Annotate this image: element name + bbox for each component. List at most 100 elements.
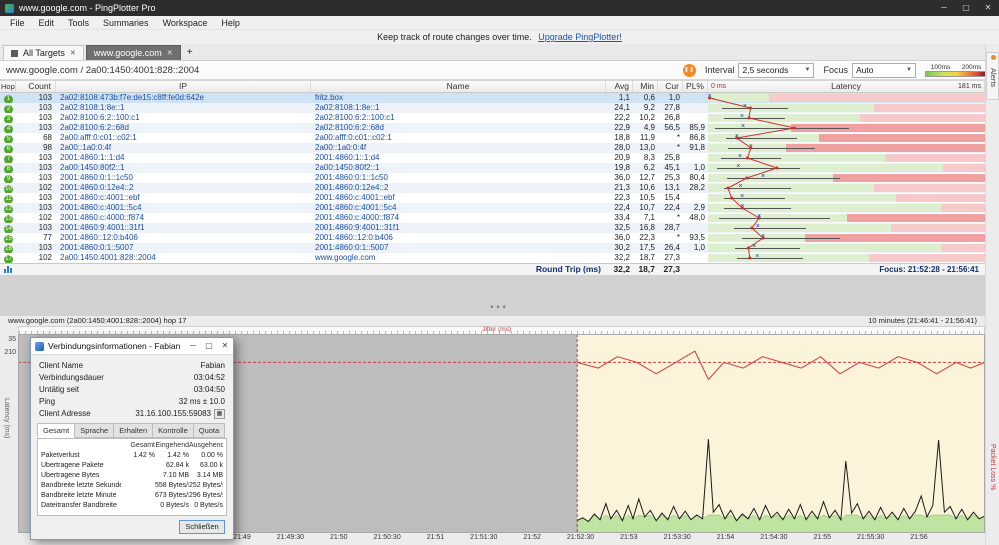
col-hop[interactable]: Hop (0, 81, 16, 92)
hop-name: 2a00:1450:80f2::1 (315, 163, 380, 172)
tab-target-google[interactable]: www.google.com ✕ (85, 45, 181, 60)
hop-row[interactable]: 1 103 2a02:8108:473b:f7e:de15:c8ff:fe0d:64… (0, 93, 985, 103)
timeline-graph-icon (4, 266, 12, 273)
tab-all-targets[interactable]: All Targets ✕ (3, 45, 84, 60)
hop-latency-bar: × (708, 93, 985, 103)
pause-trace-button[interactable]: ❚❚ (682, 63, 696, 77)
time-tick-label: 21:54:30 (760, 534, 788, 541)
col-avg[interactable]: Avg (606, 81, 633, 92)
alerts-label: Alerts (989, 67, 998, 88)
menu-item-file[interactable]: File (3, 16, 32, 30)
hop-row[interactable]: 16 103 2001:4860:0:1::5007 2001:4860:0:1::5… (0, 243, 985, 253)
hop-row[interactable]: 15 77 2001:4860::12:0:b406 2001:4860::12:0:… (0, 233, 985, 243)
hop-latency-bar: × (708, 123, 985, 133)
dialog-tab-quota[interactable]: Quota (193, 423, 226, 438)
col-count[interactable]: Count (16, 81, 56, 92)
new-target-tab-button[interactable]: + (183, 45, 197, 60)
focus-select[interactable]: Auto ▼ (852, 62, 916, 78)
latency-axis-mid: 210 (4, 349, 16, 356)
latency-band-loss (896, 194, 985, 202)
interval-select[interactable]: 2,5 seconds ▼ (738, 62, 815, 78)
latency-range-whisker (727, 177, 840, 179)
round-trip-cur: 27,3 (663, 264, 680, 274)
dialog-close-icon[interactable]: ✕ (217, 338, 233, 354)
col-ip[interactable]: IP (56, 81, 311, 92)
dialog-minimize-icon[interactable]: ─ (185, 338, 201, 354)
stats-value (121, 461, 155, 471)
dialog-tab-sprache[interactable]: Sprache (75, 423, 115, 438)
col-latency[interactable]: 0 ms Latency 181 ms (708, 81, 985, 92)
hop-row[interactable]: 17 102 2a00:1450:4001:828::2004 www.google.… (0, 253, 985, 263)
col-min[interactable]: Min (633, 81, 658, 92)
interval-label: Interval (704, 65, 735, 75)
hop-row[interactable]: 9 103 2001:4860:0:1::1c50 2001:4860:0:1::1c… (0, 173, 985, 183)
hop-row[interactable]: 13 102 2001:4860:c:4000::f874 2001:4860:c:4… (0, 213, 985, 223)
hop-row[interactable]: 2 103 2a02:8108:1:8e::1 2a02:8108:1:8e::1 24… (0, 103, 985, 113)
upgrade-link[interactable]: Upgrade PingPlotter! (538, 32, 622, 42)
dialog-tab-gesamt[interactable]: Gesamt (37, 423, 76, 438)
menu-item-help[interactable]: Help (214, 16, 247, 30)
hop-ip: 2001:4860:1::1:d4 (60, 153, 125, 162)
menu-item-workspace[interactable]: Workspace (156, 16, 215, 30)
hop-row[interactable]: 6 98 2a00::1a0:0:4f 2a00::1a0:0:4f 28,0 13,0 *… (0, 143, 985, 153)
latency-band-loss (874, 104, 985, 112)
menu-item-summaries[interactable]: Summaries (96, 16, 156, 30)
col-pl[interactable]: PL% (683, 81, 708, 92)
dialog-tab-kontrolle[interactable]: Kontrolle (153, 423, 194, 438)
latency-avg-marker: × (740, 203, 745, 210)
latency-avg-marker: × (757, 213, 762, 220)
dialog-info-row: Untätig seit 03:04:50 (39, 384, 225, 396)
hop-latency-bar: × (708, 173, 985, 183)
latency-axis-top: 35 (8, 336, 16, 343)
menu-item-edit[interactable]: Edit (32, 16, 62, 30)
dialog-maximize-icon[interactable]: ▢ (201, 338, 217, 354)
hop-count: 103 (38, 223, 52, 232)
stats-label: Übertragene Bytes (41, 472, 100, 479)
dialog-tab-erhalten[interactable]: Erhalten (114, 423, 154, 438)
hop-avg: 18,8 (614, 133, 630, 142)
hop-row[interactable]: 10 102 2001:4860:0:12e4::2 2001:4860:0:12e4… (0, 183, 985, 193)
tab-close-icon[interactable]: ✕ (167, 49, 173, 57)
hop-row[interactable]: 4 103 2a02:8100:6:2::68d 2a02:8100:6:2::68d… (0, 123, 985, 133)
alerts-side-tab[interactable]: Alerts (986, 52, 999, 100)
menu-item-tools[interactable]: Tools (61, 16, 96, 30)
hop-row[interactable]: 3 103 2a02:8100:6:2::100:c1 2a02:8100:6:2::… (0, 113, 985, 123)
dialog-title-bar[interactable]: Verbindungsinformationen - Fabian ─ ▢ ✕ (31, 338, 233, 355)
latency-avg-marker: × (740, 123, 746, 130)
hop-row[interactable]: 8 103 2a00:1450:80f2::1 2a00:1450:80f2::1 19… (0, 163, 985, 173)
col-cur[interactable]: Cur (658, 81, 683, 92)
focus-range-label: Focus: 21:52:28 - 21:56:41 (879, 265, 979, 274)
hop-row[interactable]: 11 103 2001:4860:c:4001::ebf 2001:4860:c:40… (0, 193, 985, 203)
hop-cur: 25,3 (664, 173, 680, 182)
latency-band-loss (890, 224, 985, 232)
hop-pl: 85,9 (689, 123, 705, 132)
col-name[interactable]: Name (311, 81, 606, 92)
close-icon[interactable]: ✕ (977, 0, 999, 16)
close-button[interactable]: Schließen (179, 520, 225, 534)
stats-label: Paketverlust (41, 452, 80, 459)
splitter-handle-icon[interactable]: ••• (490, 302, 508, 312)
hop-cur: 28,7 (664, 223, 680, 232)
focus-label: Focus (823, 65, 848, 75)
hop-table-header: Hop Count IP Name Avg Min Cur PL% 0 ms L… (0, 80, 985, 93)
latency-avg-marker: × (752, 243, 757, 250)
hop-min: 10,5 (639, 193, 655, 202)
hop-latency-bar: × (708, 133, 985, 143)
stats-header: Eingehend (155, 442, 189, 449)
minimize-icon[interactable]: ─ (933, 0, 955, 16)
hop-row[interactable]: 14 103 2001:4860:9:4001::31f1 2001:4860:9:4… (0, 223, 985, 233)
hop-row[interactable]: 12 103 2001:4860:c:4001::5c4 2001:4860:c:40… (0, 203, 985, 213)
pane-splitter[interactable]: ••• (0, 275, 999, 316)
hop-avg: 32,2 (614, 253, 630, 262)
latency-range-whisker (717, 167, 800, 169)
hop-ip: 2001:4860:0:1::1c50 (60, 173, 133, 182)
tab-close-icon[interactable]: ✕ (70, 49, 76, 57)
hop-row[interactable]: 7 103 2001:4860:1::1:d4 2001:4860:1::1:d4 20… (0, 153, 985, 163)
hop-min: 17,5 (639, 243, 655, 252)
maximize-icon[interactable]: ▢ (955, 0, 977, 16)
hop-cur: 27,8 (664, 103, 680, 112)
hop-row[interactable]: 5 68 2a00:afff:0:c01::c02:1 2a00:afff:0:c01… (0, 133, 985, 143)
timeline-ruler[interactable]: Jitter (ms) (18, 326, 985, 334)
address-detail-button[interactable]: ▦ (214, 409, 225, 419)
stats-value: 0 Bytes/s (160, 502, 189, 509)
